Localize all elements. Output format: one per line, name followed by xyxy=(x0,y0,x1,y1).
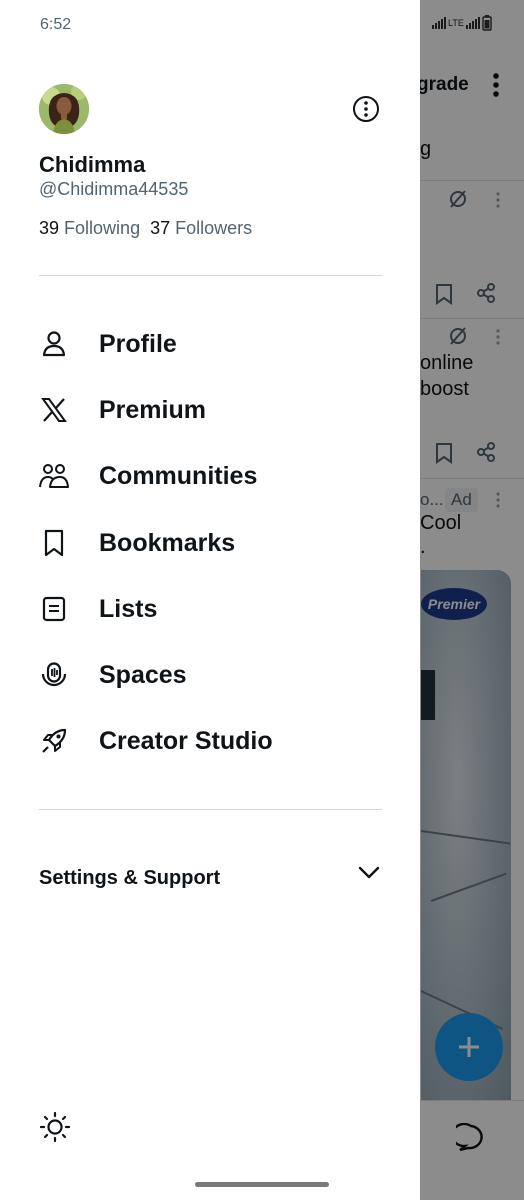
menu-label-profile: Profile xyxy=(99,329,177,358)
menu-label-premium: Premium xyxy=(99,395,206,424)
bookmark-icon xyxy=(39,528,69,558)
spaces-mic-icon xyxy=(39,660,69,690)
theme-toggle-button[interactable] xyxy=(38,1110,72,1144)
communities-icon xyxy=(39,461,69,491)
avatar[interactable] xyxy=(39,84,89,134)
navigation-drawer: 6:52 Chidimma @Chidimma44535 39 Followin… xyxy=(0,0,420,1200)
menu-item-creator-studio[interactable]: Creator Studio xyxy=(39,717,382,765)
menu-label-creator-studio: Creator Studio xyxy=(99,726,273,755)
menu-label-communities: Communities xyxy=(99,461,258,490)
divider-top xyxy=(39,275,382,276)
menu-item-spaces[interactable]: Spaces xyxy=(39,651,382,699)
status-time: 6:52 xyxy=(40,16,72,33)
followers-link[interactable]: 37 Followers xyxy=(150,218,252,239)
menu-item-premium[interactable]: Premium xyxy=(39,386,382,434)
rocket-icon xyxy=(39,726,69,756)
followers-label: Followers xyxy=(175,218,253,238)
follow-stats: 39 Following 37 Followers xyxy=(39,218,252,239)
more-options-circle-icon xyxy=(353,96,379,122)
menu-item-profile[interactable]: Profile xyxy=(39,320,382,368)
menu-label-lists: Lists xyxy=(99,594,158,623)
menu-item-bookmarks[interactable]: Bookmarks xyxy=(39,519,382,567)
menu-label-spaces: Spaces xyxy=(99,660,187,689)
settings-support-toggle[interactable]: Settings & Support xyxy=(39,858,382,898)
following-count: 39 xyxy=(39,218,60,238)
menu-label-bookmarks: Bookmarks xyxy=(99,528,236,557)
divider-bottom xyxy=(39,809,382,810)
display-name[interactable]: Chidimma xyxy=(39,152,145,178)
account-more-button[interactable] xyxy=(352,95,380,123)
followers-count: 37 xyxy=(150,218,171,238)
person-icon xyxy=(39,329,69,359)
sun-icon xyxy=(39,1111,71,1143)
settings-support-label: Settings & Support xyxy=(39,866,221,889)
menu-item-communities[interactable]: Communities xyxy=(39,452,382,500)
home-gesture-bar[interactable] xyxy=(195,1182,329,1187)
list-icon xyxy=(39,594,69,624)
x-logo-icon xyxy=(39,395,69,425)
following-label: Following xyxy=(64,218,141,238)
following-link[interactable]: 39 Following xyxy=(39,218,140,239)
user-handle: @Chidimma44535 xyxy=(39,179,189,199)
chevron-down-icon xyxy=(358,866,380,880)
menu-item-lists[interactable]: Lists xyxy=(39,585,382,633)
